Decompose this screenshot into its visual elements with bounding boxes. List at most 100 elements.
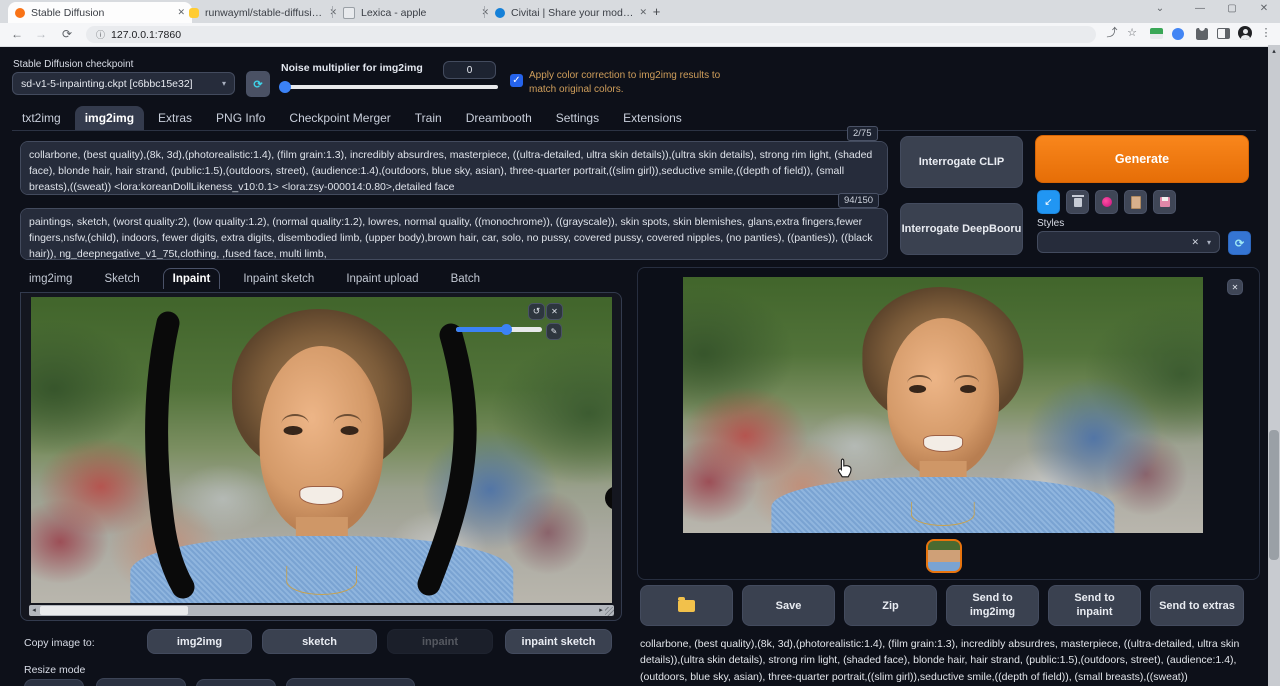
styles-refresh-button[interactable]: ⟳ (1228, 231, 1251, 255)
extension-shortcut-icon[interactable] (1150, 28, 1163, 39)
reload-icon[interactable]: ⟳ (58, 25, 76, 43)
close-icon: ✕ (1231, 282, 1239, 292)
tab-txt2img[interactable]: txt2img (12, 106, 71, 130)
open-folder-button[interactable] (640, 585, 733, 626)
forward-icon[interactable]: → (32, 25, 50, 43)
tab-png-info[interactable]: PNG Info (206, 106, 275, 130)
tab-close-icon[interactable]: ✕ (639, 7, 647, 18)
refresh-icon: ⟳ (253, 78, 263, 91)
new-tab-button[interactable]: + (648, 4, 665, 21)
send-to-extras-button[interactable]: Send to extras (1150, 585, 1244, 626)
negative-prompt-input[interactable]: paintings, sketch, (worst quality:2), (l… (20, 208, 888, 260)
inpaint-mask-strokes (145, 311, 477, 599)
result-image[interactable] (683, 277, 1203, 533)
mode-tab-batch[interactable]: Batch (442, 269, 489, 289)
color-correction-checkbox[interactable]: ✓ (510, 74, 523, 87)
prompt-input[interactable]: collarbone, (best quality),(8k, 3d),(pho… (20, 141, 888, 195)
profile-avatar[interactable] (1238, 26, 1252, 40)
window-maximize-icon[interactable]: ▢ (1218, 1, 1246, 17)
close-gallery-button[interactable]: ✕ (1227, 279, 1243, 295)
site-info-icon[interactable]: ⓘ (96, 28, 105, 41)
gradio-favicon-icon (15, 7, 25, 18)
scrollbar-thumb[interactable] (40, 606, 188, 615)
copy-to-inpaint-button-disabled: inpaint (387, 629, 493, 654)
window-close-icon[interactable]: ✕ (1250, 1, 1278, 17)
interrogate-deepbooru-button[interactable]: Interrogate DeepBooru (900, 203, 1023, 255)
extra-networks-button[interactable] (1095, 190, 1118, 214)
scrollbar-thumb[interactable] (1269, 430, 1279, 560)
tab-settings[interactable]: Settings (546, 106, 609, 130)
checkpoint-dropdown[interactable]: sd-v1-5-inpainting.ckpt [c6bbc15e32] ▾ (12, 72, 235, 95)
slider-thumb[interactable] (500, 324, 512, 335)
checkpoint-value: sd-v1-5-inpainting.ckpt [c6bbc15e32] (21, 77, 193, 90)
window-minimize-icon[interactable]: — (1186, 1, 1214, 17)
scroll-up-icon[interactable]: ▴ (1269, 46, 1279, 57)
resize-option-4[interactable] (286, 678, 415, 686)
refresh-icon: ⟳ (1234, 237, 1245, 250)
canvas-horizontal-scrollbar[interactable]: ◂ ▸ (29, 605, 614, 616)
zip-button[interactable]: Zip (844, 585, 937, 626)
mode-tab-inpaint-sketch[interactable]: Inpaint sketch (234, 269, 323, 289)
clear-selection-icon[interactable]: ✕ (1191, 237, 1199, 248)
save-style-button[interactable] (1153, 190, 1176, 214)
copy-to-sketch-button[interactable]: sketch (262, 629, 377, 654)
save-button[interactable]: Save (742, 585, 835, 626)
paste-generation-params-button[interactable]: ↙ (1037, 190, 1060, 214)
browser-menu-icon[interactable]: ⋮ (1258, 25, 1274, 42)
tab-dreambooth[interactable]: Dreambooth (456, 106, 542, 130)
browser-tab-stable-diffusion[interactable]: Stable Diffusion ✕ (8, 2, 192, 23)
address-bar[interactable]: ⓘ 127.0.0.1:7860 (86, 26, 1096, 43)
tab-extensions[interactable]: Extensions (613, 106, 692, 130)
browser-tab-runwayml[interactable]: runwayml/stable-diffusion-inpa ✕ (182, 2, 344, 23)
apply-styles-button[interactable] (1124, 190, 1147, 214)
back-icon[interactable]: ← (8, 25, 26, 43)
page-vertical-scrollbar[interactable]: ▴ (1268, 45, 1280, 686)
mode-tab-inpaint[interactable]: Inpaint (162, 268, 221, 289)
share-icon[interactable]: ⤴ (1104, 25, 1120, 42)
resize-grip[interactable] (605, 607, 614, 616)
side-panel-icon[interactable] (1217, 28, 1230, 39)
resize-option-3[interactable] (196, 679, 276, 686)
noise-multiplier-value[interactable]: 0 (443, 61, 496, 79)
browser-tab-lexica[interactable]: Lexica - apple ✕ (336, 2, 496, 23)
extension-blue-icon[interactable] (1172, 28, 1184, 40)
mode-tab-img2img[interactable]: img2img (20, 269, 81, 289)
undo-stroke-button[interactable]: ↺ (528, 303, 545, 320)
inpaint-source-image[interactable] (31, 297, 612, 603)
noise-multiplier-slider[interactable] (279, 81, 498, 93)
tab-extras[interactable]: Extras (148, 106, 202, 130)
clear-prompt-button[interactable] (1066, 190, 1089, 214)
mode-tab-sketch[interactable]: Sketch (95, 269, 148, 289)
brush-size-slider[interactable] (456, 324, 542, 335)
generate-button[interactable]: Generate (1035, 135, 1249, 183)
send-to-inpaint-button[interactable]: Send to inpaint (1048, 585, 1141, 626)
mode-tab-inpaint-upload[interactable]: Inpaint upload (337, 269, 427, 289)
send-to-img2img-button[interactable]: Send to img2img (946, 585, 1039, 626)
tab-title: Lexica - apple (361, 6, 427, 19)
bookmark-star-icon[interactable]: ☆ (1124, 25, 1140, 42)
clear-image-button[interactable]: ✕ (546, 303, 563, 320)
copy-to-img2img-button[interactable]: img2img (147, 629, 252, 654)
scroll-left-icon[interactable]: ◂ (29, 605, 39, 616)
window-chevron-icon[interactable]: ⌄ (1146, 1, 1174, 17)
brush-tool-button[interactable]: ✎ (546, 323, 562, 340)
extensions-puzzle-icon[interactable] (1196, 28, 1208, 40)
color-correction-label[interactable]: Apply color correction to img2img result… (529, 69, 734, 96)
checkpoint-refresh-button[interactable]: ⟳ (246, 71, 270, 97)
screen: Stable Diffusion ✕ runwayml/stable-diffu… (0, 0, 1280, 686)
palette-icon (1101, 197, 1112, 207)
browser-tab-civitai[interactable]: Civitai | Share your models ✕ (488, 2, 654, 23)
resize-option-1[interactable] (24, 679, 84, 686)
img2img-mode-tab-bar: img2img Sketch Inpaint Inpaint sketch In… (20, 268, 489, 289)
clipboard-icon (1130, 195, 1141, 209)
tab-checkpoint-merger[interactable]: Checkpoint Merger (279, 106, 400, 130)
slider-thumb[interactable] (279, 81, 291, 93)
resize-option-2[interactable] (96, 678, 186, 686)
copy-image-to-label: Copy image to: (24, 637, 95, 649)
interrogate-clip-button[interactable]: Interrogate CLIP (900, 136, 1023, 188)
tab-img2img[interactable]: img2img (74, 106, 145, 130)
styles-dropdown[interactable]: ✕ ▾ (1037, 231, 1220, 253)
copy-to-inpaint-sketch-button[interactable]: inpaint sketch (505, 629, 612, 654)
tab-train[interactable]: Train (405, 106, 452, 130)
gallery-thumbnail-selected[interactable] (926, 539, 962, 573)
